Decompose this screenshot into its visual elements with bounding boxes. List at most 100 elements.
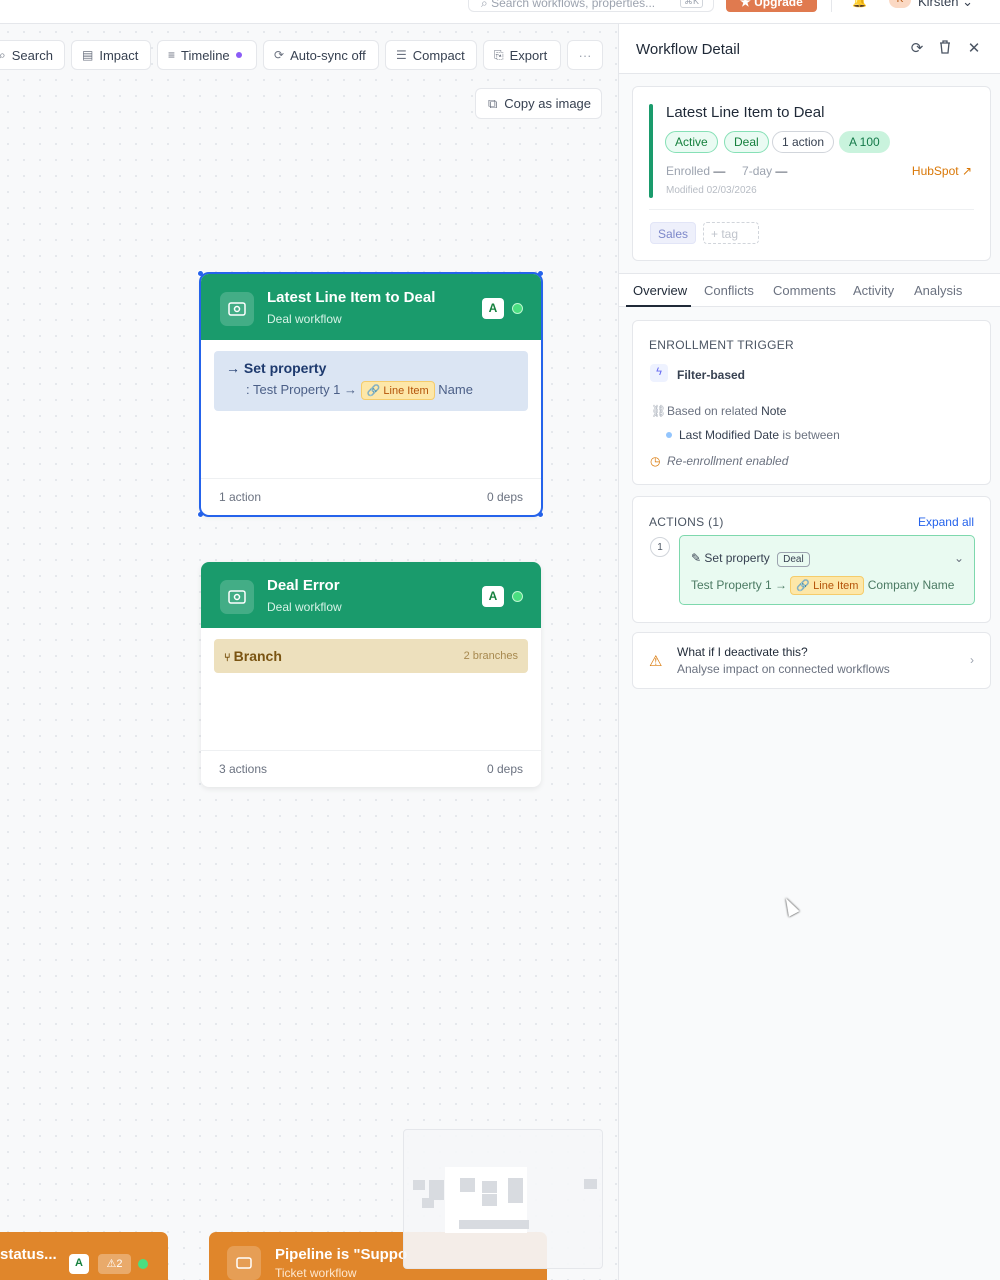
user-menu[interactable]: Kirsten ⌄ xyxy=(918,0,973,10)
score-badge: A 100 xyxy=(839,131,890,153)
tab-activity[interactable]: Activity xyxy=(853,283,894,298)
copy-as-image-button[interactable]: ⧉ Copy as image xyxy=(475,88,602,119)
workflow-card[interactable]: Latest Line Item to Deal Deal workflow A… xyxy=(199,272,543,517)
timeline-indicator xyxy=(235,52,242,58)
grade-badge: A xyxy=(482,586,504,607)
status-dot xyxy=(512,303,523,314)
hubspot-link[interactable]: HubSpot ↗ xyxy=(912,164,972,178)
upgrade-button[interactable]: ★ Upgrade xyxy=(726,0,817,12)
add-tag-button[interactable]: + tag xyxy=(703,222,759,244)
search-icon: ⌕ xyxy=(481,0,492,10)
action-title: ✎ Set property Deal xyxy=(691,551,810,567)
autosync-button[interactable]: ⟳ Auto-sync off xyxy=(263,40,379,70)
card-header: Latest Line Item to Deal Deal workflow A xyxy=(201,274,541,340)
trash-icon[interactable] xyxy=(937,39,953,55)
edit-icon: ✎ xyxy=(691,551,702,565)
status-badge: Active xyxy=(665,131,718,153)
refresh-icon[interactable]: ⟳ xyxy=(909,39,925,57)
divider xyxy=(831,0,832,12)
minimap-node xyxy=(459,1220,529,1229)
section-heading: ENROLLMENT TRIGGER xyxy=(649,338,794,352)
action-count-badge: 1 action xyxy=(772,131,835,153)
tag[interactable]: Sales xyxy=(650,222,697,244)
object-badge: Deal xyxy=(724,131,769,153)
panel-header: Workflow Detail ⟳ ✕ xyxy=(619,24,1000,74)
chevron-down-icon[interactable]: ⌄ xyxy=(954,551,964,565)
expand-all-link[interactable]: Expand all xyxy=(918,515,974,529)
close-icon[interactable]: ✕ xyxy=(966,39,982,57)
enrollment-trigger-section: ENROLLMENT TRIGGER ϟ Filter-based ⛓ Base… xyxy=(632,320,991,485)
deal-icon xyxy=(220,580,254,614)
grade-badge: A xyxy=(482,298,504,319)
related-object: Based on related Note xyxy=(667,404,787,418)
warning-icon: ⚠ xyxy=(649,653,663,670)
refresh-icon: ⟳ xyxy=(274,48,285,62)
status-dot xyxy=(512,591,523,602)
card-subtitle: Deal workflow xyxy=(267,312,342,326)
workflow-detail-panel: Workflow Detail ⟳ ✕ Latest Line Item to … xyxy=(618,24,1000,1280)
status-bar xyxy=(649,104,653,198)
active-tab-indicator xyxy=(626,305,691,307)
search-button[interactable]: ⌕ Search xyxy=(0,40,65,70)
trigger-type: Filter-based xyxy=(677,368,746,382)
action-card[interactable]: ✎ Set property Deal ⌄ Test Property 1 → … xyxy=(679,535,975,605)
impact-button[interactable]: ▤ Impact xyxy=(71,40,151,70)
chevron-right-icon: › xyxy=(970,653,974,667)
action-description: Test Property 1 → 🔗 Line Item Company Na… xyxy=(691,576,954,595)
export-button[interactable]: ⎘ Export xyxy=(483,40,561,70)
clock-icon: ◷ xyxy=(650,454,661,468)
link-icon: 🔗 xyxy=(366,385,381,397)
compact-button[interactable]: ☰ Compact xyxy=(385,40,477,70)
search-icon: ⌕ xyxy=(0,47,6,62)
tab-conflicts[interactable]: Conflicts xyxy=(704,283,754,298)
grade-badge: A xyxy=(69,1254,89,1274)
minimap-node xyxy=(508,1178,523,1192)
workflow-name: Latest Line Item to Deal xyxy=(666,104,825,121)
workflow-card[interactable]: Deal Error Deal workflow A ⑂ Branch 2 br… xyxy=(201,562,541,787)
chart-icon: ▤ xyxy=(82,48,94,62)
action-step[interactable]: → Set property : Test Property 1 → 🔗 Lin… xyxy=(214,351,528,411)
deactivate-title: What if I deactivate this? xyxy=(677,645,808,659)
tab-comments[interactable]: Comments xyxy=(773,283,836,298)
branch-step[interactable]: ⑂ Branch 2 branches xyxy=(214,639,528,673)
more-button[interactable]: ··· xyxy=(567,40,603,70)
filter-condition: Last Modified Date is between xyxy=(679,428,840,442)
search-shortcut: ⌘K xyxy=(679,0,703,8)
detail-tabs: Overview Conflicts Comments Activity Ana… xyxy=(619,273,1000,307)
link-icon: 🔗 xyxy=(796,580,811,592)
card-title: status... xyxy=(0,1246,57,1263)
enrollment-stats: Enrolled — 7-day — xyxy=(666,164,788,178)
timeline-icon: ≡ xyxy=(168,48,176,62)
object-chip: Deal xyxy=(777,552,810,567)
workflow-card[interactable]: status... A ⚠2 xyxy=(0,1232,168,1280)
deactivate-impact-card[interactable]: ⚠ What if I deactivate this? Analyse imp… xyxy=(632,632,991,689)
object-chip: 🔗 Line Item xyxy=(360,381,435,400)
export-icon: ⎘ xyxy=(494,47,504,62)
tab-analysis[interactable]: Analysis xyxy=(914,283,962,298)
arrow-right-icon: → xyxy=(226,360,244,376)
minimap-node xyxy=(482,1194,497,1206)
minimap[interactable] xyxy=(403,1129,603,1269)
card-subtitle: Ticket workflow xyxy=(275,1266,357,1280)
tab-overview[interactable]: Overview xyxy=(633,283,687,298)
minimap-node xyxy=(508,1191,523,1203)
section-heading: ACTIONS (1) xyxy=(649,515,724,529)
branch-icon: ⑂ xyxy=(224,652,234,664)
card-subtitle: Deal workflow xyxy=(267,600,342,614)
timeline-button[interactable]: ≡ Timeline xyxy=(157,40,257,70)
lightning-icon: ϟ xyxy=(650,364,668,382)
bell-icon[interactable]: 🔔 xyxy=(852,0,867,8)
link-icon: ⛓ xyxy=(651,404,667,418)
card-header: Deal Error Deal workflow A xyxy=(201,562,541,628)
status-dot xyxy=(138,1259,148,1269)
card-footer: 1 action 0 deps xyxy=(201,478,541,515)
avatar[interactable]: K xyxy=(889,0,911,8)
card-title: Latest Line Item to Deal xyxy=(267,289,436,306)
workflow-canvas[interactable]: ⌕ Search ▤ Impact ≡ Timeline ⟳ Auto-sync off… xyxy=(0,24,618,1280)
global-search-input[interactable]: ⌕ Search workflows, properties... ⌘K xyxy=(468,0,714,12)
minimap-node xyxy=(422,1198,434,1208)
workflow-summary: Latest Line Item to Deal Active Deal 1 a… xyxy=(632,86,991,261)
step-number: 1 xyxy=(650,537,670,557)
minimap-node xyxy=(429,1180,444,1200)
minimap-node xyxy=(460,1178,475,1192)
